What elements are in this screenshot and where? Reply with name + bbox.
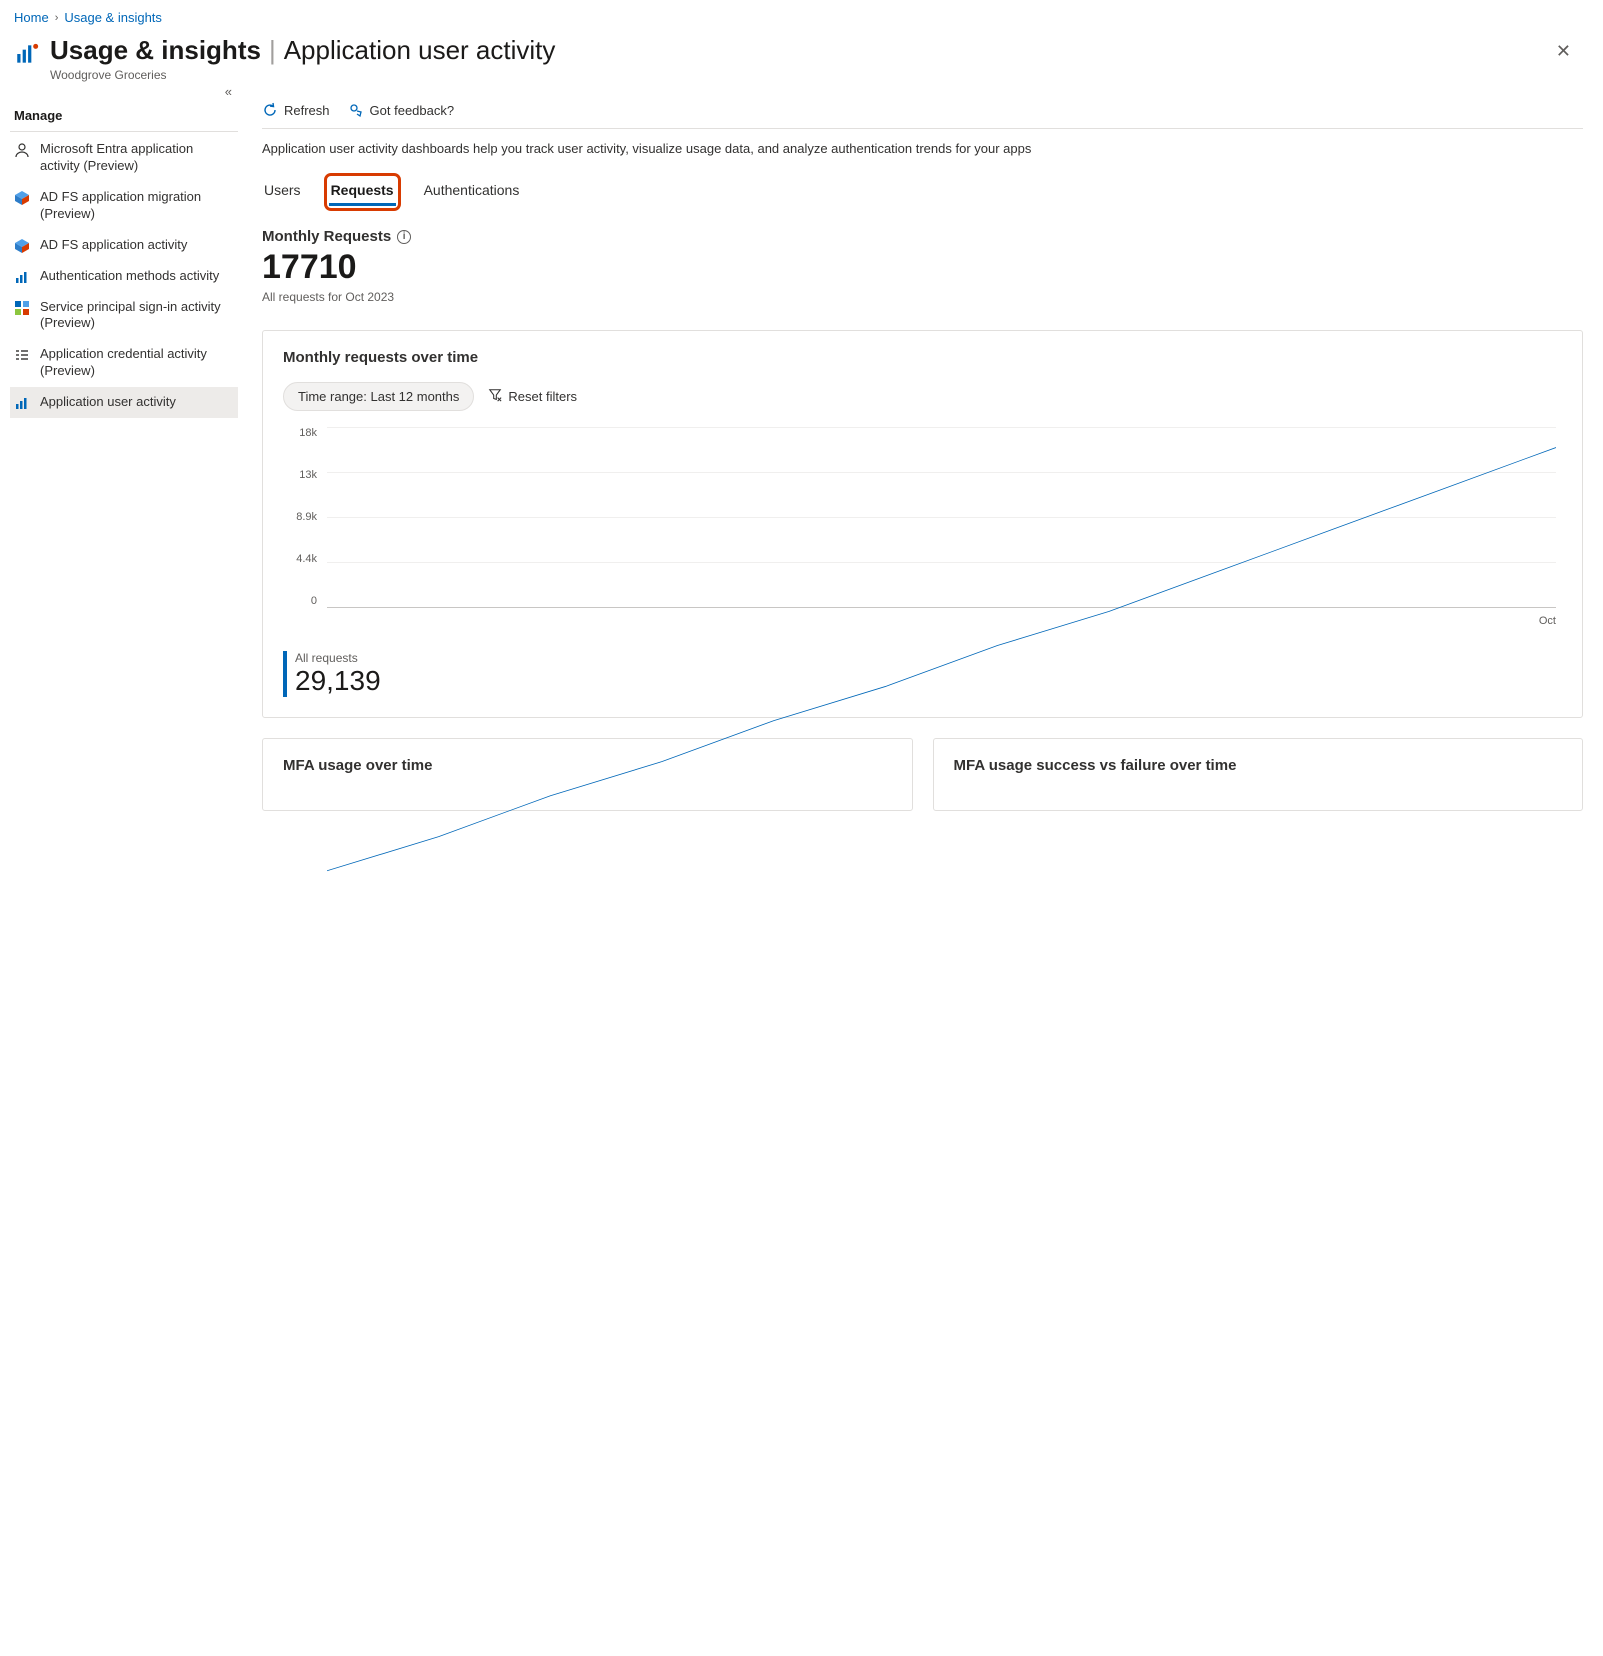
sidebar-item-label: AD FS application activity (40, 237, 232, 254)
y-tick: 0 (283, 595, 317, 607)
metric-heading: Monthly Requests (262, 228, 391, 245)
refresh-icon (262, 102, 278, 118)
page-title-sub: Application user activity (284, 35, 556, 66)
refresh-label: Refresh (284, 103, 330, 118)
y-tick: 4.4k (283, 553, 317, 565)
y-tick: 18k (283, 427, 317, 439)
cube-icon (14, 238, 30, 254)
refresh-button[interactable]: Refresh (262, 102, 330, 118)
chart-y-axis-labels: 18k 13k 8.9k 4.4k 0 (283, 427, 323, 607)
sidebar-item-service-principal-signin[interactable]: Service principal sign-in activity (Prev… (10, 292, 238, 340)
feedback-label: Got feedback? (370, 103, 455, 118)
person-icon (14, 142, 30, 158)
reset-filters-button[interactable]: Reset filters (488, 388, 577, 405)
chart-plot (327, 427, 1556, 607)
breadcrumb-current[interactable]: Usage & insights (64, 10, 162, 25)
page-header: Usage & insights | Application user acti… (0, 31, 1603, 94)
checklist-icon (14, 347, 30, 363)
page-title-separator: | (269, 35, 276, 66)
filter-reset-icon (488, 388, 502, 405)
breadcrumb-home[interactable]: Home (14, 10, 49, 25)
metric-block: Monthly Requests i 17710 All requests fo… (262, 228, 1583, 304)
bar-chart-icon (14, 395, 30, 411)
tabs: Users Requests Authentications (262, 178, 1583, 206)
toolbar: Refresh Got feedback? (262, 94, 1583, 128)
toolbar-divider (262, 128, 1583, 129)
close-button[interactable]: ✕ (1552, 37, 1575, 66)
cube-icon (14, 190, 30, 206)
y-tick: 8.9k (283, 511, 317, 523)
tab-authentications[interactable]: Authentications (422, 178, 522, 206)
sidebar-item-adfs-activity[interactable]: AD FS application activity (10, 230, 238, 261)
sidebar-item-auth-methods-activity[interactable]: Authentication methods activity (10, 261, 238, 292)
metric-value: 17710 (262, 249, 1583, 286)
collapse-sidebar-button[interactable]: « (225, 84, 232, 99)
chart-x-label-right: Oct (1539, 615, 1556, 627)
sidebar: « Manage Microsoft Entra application act… (0, 94, 238, 418)
feedback-button[interactable]: Got feedback? (348, 102, 455, 118)
sidebar-item-label: AD FS application migration (Preview) (40, 189, 232, 223)
metric-subtext: All requests for Oct 2023 (262, 290, 1583, 304)
chart-area: 18k 13k 8.9k 4.4k 0 Oct (283, 427, 1562, 627)
feedback-icon (348, 102, 364, 118)
sidebar-divider (10, 131, 238, 132)
sidebar-item-credential-activity[interactable]: Application credential activity (Preview… (10, 339, 238, 387)
y-tick: 13k (283, 469, 317, 481)
sidebar-item-label: Microsoft Entra application activity (Pr… (40, 141, 232, 175)
sidebar-item-label: Application user activity (40, 394, 232, 411)
main-content: Refresh Got feedback? Application user a… (238, 94, 1603, 851)
breadcrumb: Home › Usage & insights (0, 0, 1603, 31)
page-subtitle: Woodgrove Groceries (50, 68, 555, 82)
sidebar-item-label: Service principal sign-in activity (Prev… (40, 299, 232, 333)
page-title: Usage & insights | Application user acti… (50, 35, 555, 66)
sidebar-item-label: Application credential activity (Preview… (40, 346, 232, 380)
chart-line-series (327, 427, 1556, 1656)
chevron-right-icon: › (55, 12, 59, 24)
chart-card-monthly-requests: Monthly requests over time Time range: L… (262, 330, 1583, 718)
sidebar-item-application-user-activity[interactable]: Application user activity (10, 387, 238, 418)
sidebar-item-entra-application-activity[interactable]: Microsoft Entra application activity (Pr… (10, 134, 238, 182)
grid-icon (14, 300, 30, 316)
page-description: Application user activity dashboards hel… (262, 141, 1583, 156)
tab-users[interactable]: Users (262, 178, 303, 206)
sidebar-item-label: Authentication methods activity (40, 268, 232, 285)
bar-chart-icon (14, 269, 30, 285)
page-title-main: Usage & insights (50, 35, 261, 66)
sidebar-section-title: Manage (10, 94, 238, 131)
time-range-pill[interactable]: Time range: Last 12 months (283, 382, 474, 411)
info-icon[interactable]: i (397, 230, 411, 244)
chart-card-title: Monthly requests over time (283, 349, 1562, 366)
insights-icon (14, 41, 40, 67)
reset-filters-label: Reset filters (508, 389, 577, 404)
sidebar-item-adfs-migration[interactable]: AD FS application migration (Preview) (10, 182, 238, 230)
tab-requests[interactable]: Requests (329, 178, 396, 206)
